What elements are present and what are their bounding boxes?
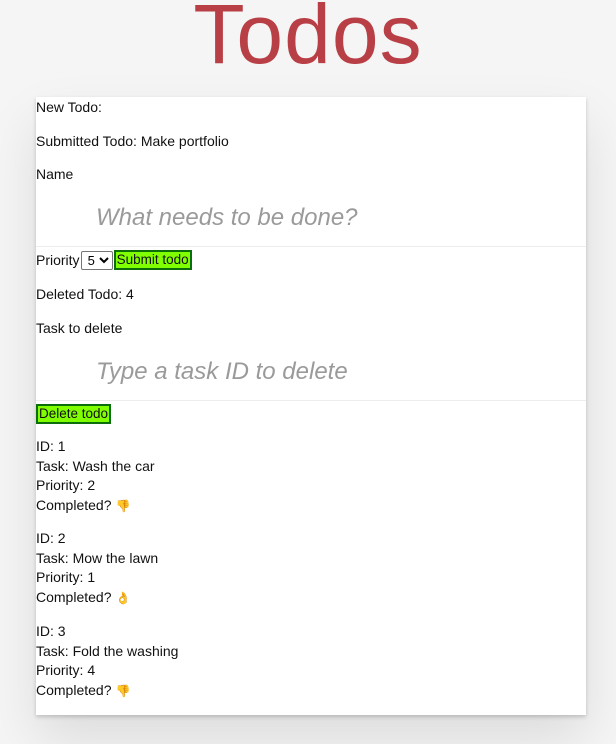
todo-id: ID: 3 [36,623,66,639]
priority-row: Priority 1 2 3 4 5 Submit todo [36,250,192,270]
deleted-todo-line: Deleted Todo: 4 [36,286,134,303]
todo-completed-label: Completed? [36,588,112,605]
todo-completed: Completed? 👎 [36,496,155,517]
todo-card: New Todo: Submitted Todo: Make portfolio… [36,97,586,715]
todo-id: ID: 2 [36,530,66,546]
new-todo-label: New Todo: [36,99,102,115]
priority-select[interactable]: 1 2 3 4 5 [80,250,113,270]
todo-item: ID: 2 Task: Mow the lawn Priority: 1 Com… [36,529,158,608]
submitted-todo-value: Make portfolio [140,133,229,149]
todo-name-input[interactable] [36,189,586,247]
thumbs-down-icon: 👎 [115,498,131,513]
app-title: Todos [193,0,423,81]
ok-hand-icon: 👌 [115,590,131,605]
todo-task: Task: Mow the lawn [36,549,159,566]
todo-completed-label: Completed? [36,496,112,513]
thumbs-down-icon: 👎 [115,683,131,698]
deleted-todo-prefix: Deleted Todo: [36,286,123,302]
todo-completed: Completed? 👎 [36,681,178,702]
todo-priority: Priority: 4 [36,662,96,679]
submitted-todo-line: Submitted Todo: Make portfolio [36,133,229,150]
todo-priority: Priority: 2 [36,477,96,494]
submit-todo-button[interactable]: Submit todo [113,250,192,270]
todo-task: Task: Wash the car [36,457,155,474]
priority-label: Priority [36,252,80,268]
delete-todo-button[interactable]: Delete todo [36,404,112,424]
todo-id: ID: 1 [36,438,66,454]
deleted-todo-value: 4 [126,286,134,302]
todo-item: ID: 3 Task: Fold the washing Priority: 4… [36,622,178,701]
name-label: Name [36,166,74,182]
delete-task-id-input[interactable] [36,343,586,401]
todo-item: ID: 1 Task: Wash the car Priority: 2 Com… [36,437,155,516]
todo-completed: Completed? 👌 [36,588,158,609]
todo-priority: Priority: 1 [36,569,96,586]
todo-task: Task: Fold the washing [36,642,179,659]
todo-completed-label: Completed? [36,681,112,698]
submitted-todo-prefix: Submitted Todo: [36,133,137,149]
task-to-delete-label: Task to delete [36,320,123,336]
